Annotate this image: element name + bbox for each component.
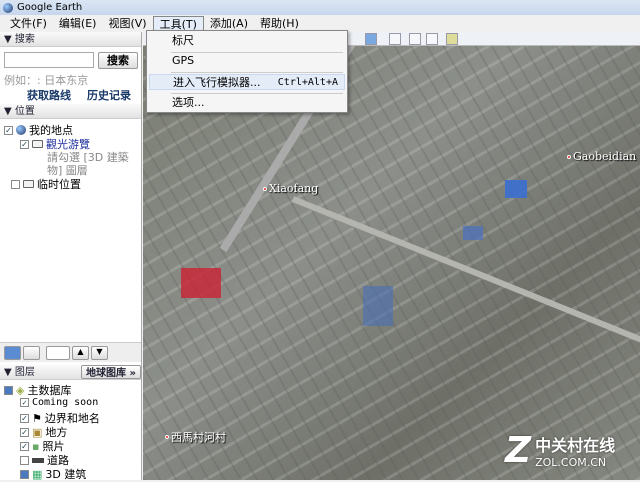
flag-icon: ⚑ <box>32 411 42 425</box>
tools-dropdown-menu: 标尺 GPS 进入飞行模拟器... Ctrl+Alt+A 选项... <box>146 30 348 113</box>
window-title: Google Earth <box>17 2 83 13</box>
globe-icon <box>16 125 26 135</box>
menu-separator <box>171 72 343 73</box>
photo-icon: ▪ <box>32 439 40 453</box>
folder-icon <box>23 180 34 188</box>
road <box>291 196 640 345</box>
checkbox[interactable] <box>11 179 20 189</box>
menu-help[interactable]: 帮助(H) <box>254 16 305 31</box>
menu-item-flight-simulator[interactable]: 进入飞行模拟器... Ctrl+Alt+A <box>149 74 345 90</box>
history-link[interactable]: 历史记录 <box>87 87 131 103</box>
road-icon <box>32 457 44 463</box>
flight-simulator-shortcut: Ctrl+Alt+A <box>277 77 338 88</box>
maps-button[interactable] <box>446 33 458 45</box>
map-label-text: 西馬村河村 <box>171 431 226 444</box>
checkbox[interactable]: ✓ <box>20 413 29 423</box>
menu-file[interactable]: 文件(F) <box>4 16 53 31</box>
pin-icon <box>263 186 267 191</box>
building <box>505 180 527 198</box>
places-header[interactable]: ▼ 位置 <box>0 104 141 119</box>
map-label-ximacun: 西馬村河村 <box>165 429 226 445</box>
menu-edit[interactable]: 编辑(E) <box>53 16 103 31</box>
folder-icon <box>32 140 43 148</box>
places-field[interactable] <box>46 346 70 360</box>
checkbox[interactable]: ✓ <box>20 139 29 149</box>
layer-label: 主数据库 <box>27 384 72 397</box>
building <box>363 286 393 326</box>
panel-toggle-button[interactable] <box>23 346 40 360</box>
search-header-label: ▼ 搜索 <box>4 34 35 45</box>
earth-gallery-button[interactable]: 地球图库 » <box>81 365 141 379</box>
search-example: 例如：: 日本东京 <box>4 74 89 87</box>
checkbox[interactable]: ✓ <box>20 427 29 437</box>
checkbox[interactable]: ✓ <box>20 441 29 451</box>
places-toolbar: ▲ ▼ <box>0 342 141 362</box>
watermark: Z 中关村在线 ZOL.COM.CN <box>505 432 615 469</box>
menu-add[interactable]: 添加(A) <box>204 16 254 31</box>
sidebar: ▼ 搜索 搜索 例如：: 日本东京 获取路线 历史记录 ▼ 位置 ✓ 我的地点 … <box>0 32 142 481</box>
search-header[interactable]: ▼ 搜索 <box>0 32 141 47</box>
map-label-gaobeidian: Gaobeidian <box>567 150 636 163</box>
move-down-button[interactable]: ▼ <box>91 346 108 360</box>
google-earth-icon <box>3 2 13 13</box>
menu-separator <box>171 93 343 94</box>
save-image-button[interactable] <box>426 33 438 45</box>
checkbox[interactable] <box>4 385 13 395</box>
layers-header[interactable]: ▼ 图层 地球图库 » <box>0 365 141 380</box>
checkbox[interactable]: ✓ <box>20 398 29 407</box>
database-icon: ◈ <box>16 383 25 397</box>
menu-item-ruler[interactable]: 标尺 <box>171 33 345 49</box>
temp-places-item[interactable]: 临时位置 <box>11 176 81 192</box>
print-button[interactable] <box>409 33 421 45</box>
checkbox[interactable]: ✓ <box>4 125 13 135</box>
temp-places-label: 临时位置 <box>37 178 81 191</box>
pin-icon <box>165 435 169 439</box>
title-bar: Google Earth <box>0 0 640 15</box>
map-label-text: Gaobeidian <box>573 150 637 163</box>
building <box>463 226 483 240</box>
map-label-text: Xiaofang <box>269 182 319 195</box>
zol-logo-icon: Z <box>505 429 532 471</box>
checkbox[interactable] <box>20 469 29 479</box>
flight-simulator-label: 进入飞行模拟器... <box>173 76 261 89</box>
menu-tools[interactable]: 工具(T) <box>152 16 204 31</box>
search-places-button[interactable] <box>4 346 21 360</box>
watermark-cn: 中关村在线 <box>535 436 616 455</box>
building <box>181 268 221 298</box>
pin-icon <box>567 154 571 159</box>
sidebar-toggle-button[interactable] <box>365 33 377 45</box>
menu-item-gps[interactable]: GPS <box>171 53 345 69</box>
map-label-xiaofang: Xiaofang <box>263 182 318 195</box>
move-up-button[interactable]: ▲ <box>72 346 89 360</box>
email-button[interactable] <box>389 33 401 45</box>
layers-header-label: ▼ 图层 <box>4 367 35 378</box>
places-header-label: ▼ 位置 <box>4 106 35 117</box>
directions-link[interactable]: 获取路线 <box>27 87 71 103</box>
search-input[interactable] <box>4 52 94 68</box>
watermark-en: ZOL.COM.CN <box>535 456 607 469</box>
layer-label: Coming soon <box>32 397 99 408</box>
place-icon: ▣ <box>32 425 43 439</box>
menu-item-options[interactable]: 选项... <box>171 95 345 111</box>
menu-view[interactable]: 视图(V) <box>102 16 152 31</box>
layer-item[interactable]: ◈ 主数据库 <box>4 382 71 398</box>
checkbox[interactable] <box>20 455 29 465</box>
layer-item[interactable]: ✓ Coming soon <box>20 397 98 408</box>
search-button[interactable]: 搜索 <box>98 52 138 69</box>
building-icon: ▦ <box>32 467 43 481</box>
